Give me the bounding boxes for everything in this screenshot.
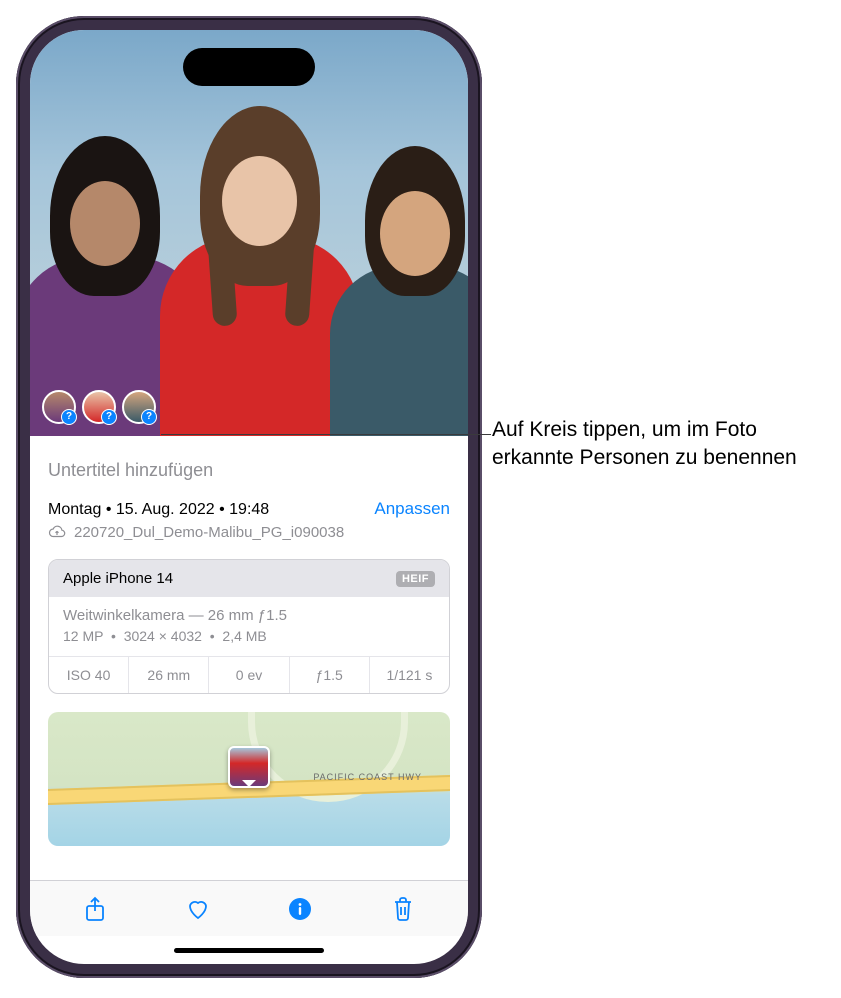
trash-icon (392, 896, 414, 922)
unknown-person-badge: ? (61, 409, 77, 425)
delete-button[interactable] (389, 895, 417, 923)
face-avatar[interactable]: ? (122, 390, 156, 424)
bottom-toolbar (30, 880, 468, 936)
unknown-person-badge: ? (141, 409, 157, 425)
device-name: Apple iPhone 14 (63, 570, 173, 587)
favorite-button[interactable] (184, 895, 212, 923)
exif-aperture: ƒ1.5 (290, 657, 370, 693)
detected-faces-row: ? ? ? (42, 390, 156, 424)
exif-iso: ISO 40 (49, 657, 129, 693)
callout-leader-line (161, 434, 491, 435)
caption-input[interactable]: Untertitel hinzufügen (30, 436, 468, 499)
info-panel: Montag • 15. Aug. 2022 • 19:48 Anpassen … (30, 499, 468, 880)
dynamic-island (183, 48, 315, 86)
face-avatar[interactable]: ? (42, 390, 76, 424)
home-indicator[interactable] (30, 936, 468, 964)
datetime-row: Montag • 15. Aug. 2022 • 19:48 Anpassen (48, 499, 450, 519)
exif-stats-row: ISO 40 26 mm 0 ev ƒ1.5 1/121 s (49, 656, 449, 693)
cloud-icon (48, 523, 66, 541)
map-road-label: PACIFIC COAST HWY (313, 772, 422, 782)
exif-body: Weitwinkelkamera — 26 mm ƒ1.5 12 MP • 30… (49, 597, 449, 656)
info-button[interactable] (286, 895, 314, 923)
callout-text: Auf Kreis tippen, um im Foto erkannte Pe… (492, 416, 812, 473)
exif-header: Apple iPhone 14 HEIF (49, 560, 449, 597)
screen: ? ? ? Untertitel hinzufügen Montag • 15.… (30, 30, 468, 964)
filename-text: 220720_Dul_Demo-Malibu_PG_i090038 (74, 524, 344, 541)
filename-row: 220720_Dul_Demo-Malibu_PG_i090038 (48, 523, 450, 541)
format-badge: HEIF (396, 571, 435, 587)
iphone-frame: ? ? ? Untertitel hinzufügen Montag • 15.… (16, 16, 482, 978)
share-button[interactable] (81, 895, 109, 923)
exif-ev: 0 ev (209, 657, 289, 693)
unknown-person-badge: ? (101, 409, 117, 425)
photo-preview[interactable]: ? ? ? (30, 30, 468, 436)
location-map[interactable]: PACIFIC COAST HWY (48, 712, 450, 846)
person-figure (330, 146, 468, 436)
heart-icon (185, 897, 211, 921)
face-avatar[interactable]: ? (82, 390, 116, 424)
datetime-text: Montag • 15. Aug. 2022 • 19:48 (48, 501, 269, 519)
lens-info: Weitwinkelkamera — 26 mm ƒ1.5 (63, 607, 435, 624)
share-icon (83, 896, 107, 922)
info-icon (288, 897, 312, 921)
adjust-link[interactable]: Anpassen (374, 499, 450, 519)
exif-card[interactable]: Apple iPhone 14 HEIF Weitwinkelkamera — … (48, 559, 450, 694)
map-pin[interactable] (228, 746, 270, 788)
exif-shutter: 1/121 s (370, 657, 449, 693)
resolution-info: 12 MP • 3024 × 4032 • 2,4 MB (63, 628, 435, 644)
exif-focal: 26 mm (129, 657, 209, 693)
